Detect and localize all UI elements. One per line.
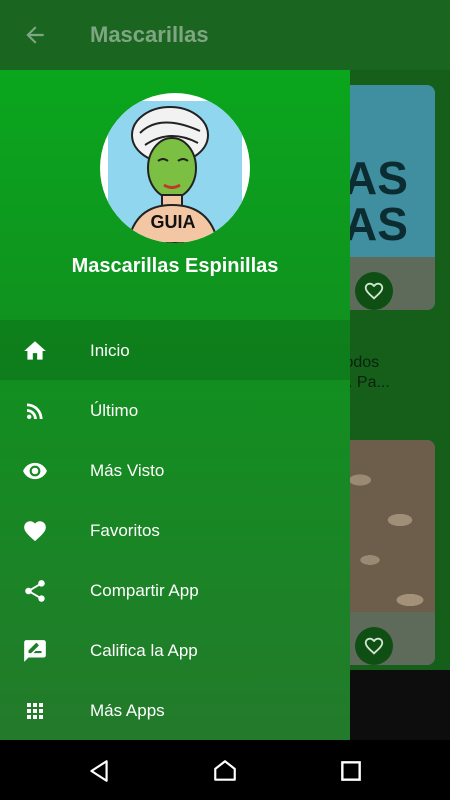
menu-item-label: Más Visto — [90, 461, 165, 480]
card-image-text: AS AS — [344, 152, 408, 250]
menu-item-ultimo[interactable]: Último — [0, 380, 350, 440]
drawer-app-name: Mascarillas Espinillas — [71, 255, 279, 277]
drawer-menu: Inicio Último Más Visto Favoritos Compar… — [0, 320, 350, 740]
avatar-caption: GUIA — [151, 212, 196, 232]
rss-icon — [22, 398, 48, 424]
heart-icon — [22, 518, 48, 544]
favorite-button[interactable] — [355, 627, 393, 665]
menu-item-inicio[interactable]: Inicio — [0, 320, 350, 380]
system-navigation-bar — [0, 740, 450, 800]
favorite-button[interactable] — [355, 272, 393, 310]
menu-item-label: Favoritos — [90, 521, 160, 540]
navigation-drawer: GUIA Mascarillas Espinillas Inicio Últim… — [0, 70, 350, 740]
home-icon — [22, 338, 48, 364]
menu-item-label: Más Apps — [90, 701, 165, 720]
menu-item-mas-apps[interactable]: Más Apps — [0, 680, 350, 740]
heart-outline-icon — [364, 637, 384, 655]
app-bar-title: Mascarillas — [90, 22, 209, 47]
menu-item-label: Inicio — [90, 341, 130, 360]
menu-item-favoritos[interactable]: Favoritos — [0, 500, 350, 560]
menu-item-califica-app[interactable]: Califica la App — [0, 620, 350, 680]
back-triangle-icon[interactable] — [86, 758, 112, 784]
recents-square-icon[interactable] — [338, 758, 364, 784]
eye-icon — [22, 458, 48, 484]
rate-review-icon — [22, 638, 48, 664]
app-logo-avatar: GUIA — [100, 93, 250, 243]
arrow-back-icon[interactable] — [22, 22, 48, 48]
menu-item-label: Califica la App — [90, 641, 198, 660]
home-circle-icon[interactable] — [212, 758, 238, 784]
share-icon — [22, 578, 48, 604]
menu-item-label: Último — [90, 401, 139, 420]
heart-outline-icon — [364, 282, 384, 300]
apps-grid-icon — [22, 698, 48, 724]
menu-item-mas-visto[interactable]: Más Visto — [0, 440, 350, 500]
menu-item-label: Compartir App — [90, 581, 199, 600]
face-mask-logo-icon: GUIA — [108, 101, 242, 243]
menu-item-compartir-app[interactable]: Compartir App — [0, 560, 350, 620]
app-bar: Mascarillas — [0, 0, 450, 70]
drawer-header: GUIA Mascarillas Espinillas — [0, 70, 350, 320]
